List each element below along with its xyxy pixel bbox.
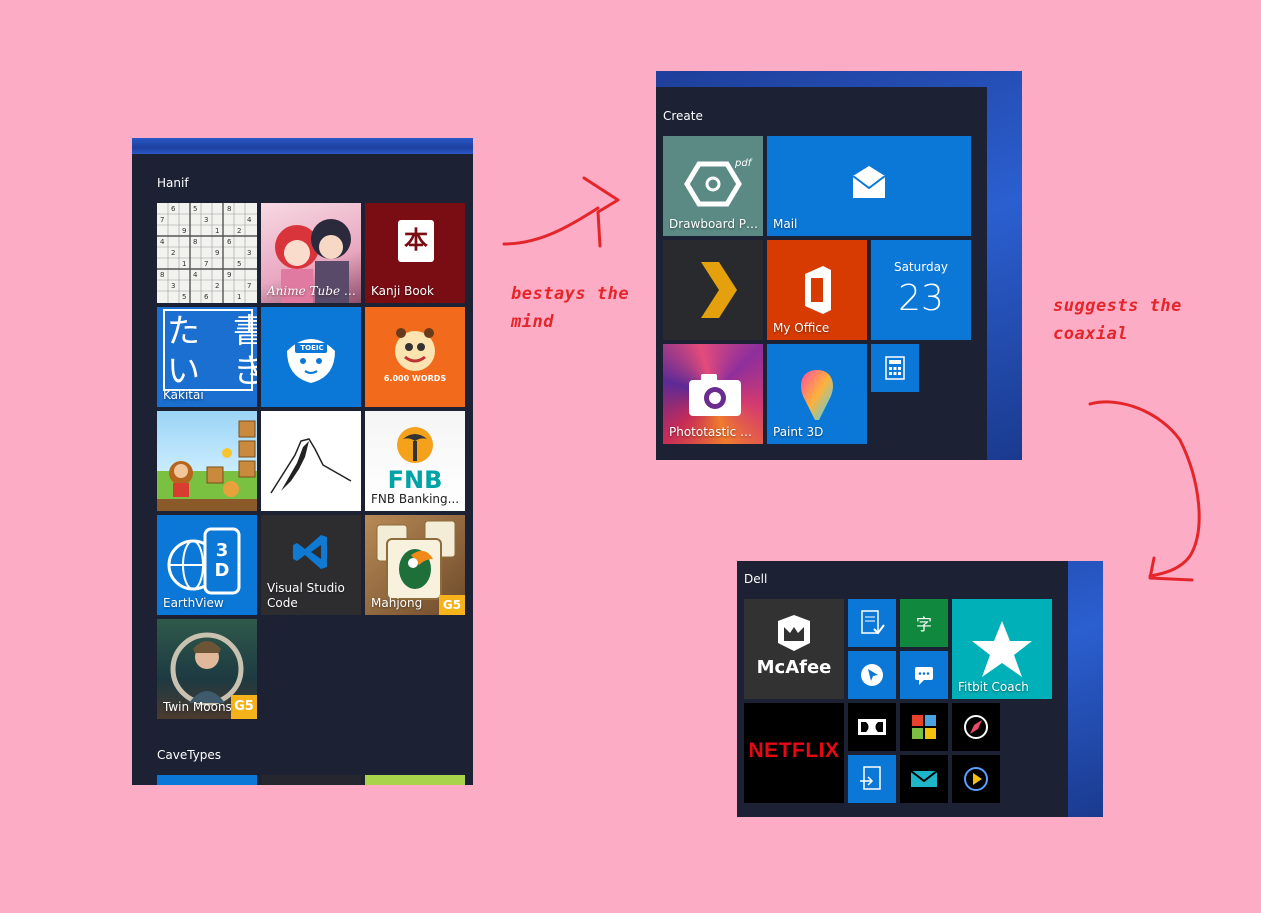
annotation-note-2: suggests the coaxial — [1053, 296, 1182, 344]
arrow-1 — [502, 176, 620, 248]
annotation-arrows — [502, 176, 1201, 582]
annotation-note-1: bestays the mind — [511, 284, 630, 332]
arrow-2 — [1088, 400, 1201, 582]
